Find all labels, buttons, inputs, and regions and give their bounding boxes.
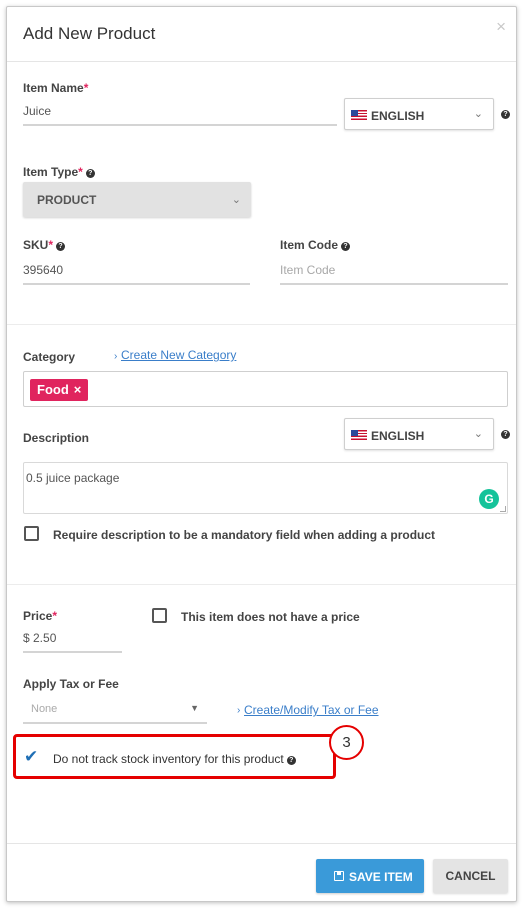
sku-input[interactable]: 395640 <box>23 263 250 285</box>
cancel-button[interactable]: CANCEL <box>433 859 508 893</box>
question-circle-icon[interactable]: ? <box>56 242 66 251</box>
question-circle-icon[interactable]: ? <box>341 242 351 251</box>
category-label: Category <box>23 350 76 364</box>
grammarly-icon[interactable]: G <box>479 489 499 509</box>
section-divider <box>7 324 516 325</box>
modal-title: Add New Product <box>23 24 156 43</box>
item-name-input[interactable]: Juice <box>23 104 337 126</box>
remove-tag-icon[interactable]: × <box>74 382 82 397</box>
description-label: Description <box>23 431 90 445</box>
chevron-down-icon: ⌄ <box>231 194 241 206</box>
description-language-select[interactable]: ENGLISH ⌄ <box>344 418 494 450</box>
tax-select[interactable]: None ▼ <box>23 700 207 724</box>
price-label: Price* <box>23 609 58 623</box>
modal-header: Add New Product × <box>7 7 516 62</box>
tax-label: Apply Tax or Fee <box>23 677 119 691</box>
save-item-button[interactable]: SAVE ITEM <box>316 859 424 893</box>
category-tag: Food × <box>30 379 89 401</box>
create-new-category-link[interactable]: Create New Category <box>121 348 236 362</box>
stock-tracking-label: Do not track stock inventory for this pr… <box>53 752 296 766</box>
item-code-label: Item Code? <box>280 238 351 252</box>
question-circle-icon[interactable]: ? <box>501 110 510 119</box>
description-textarea[interactable]: 0.5 juice package G <box>23 462 508 514</box>
item-type-select[interactable]: PRODUCT ⌄ <box>23 182 251 217</box>
no-price-checkbox[interactable] <box>152 608 167 623</box>
mandatory-description-label: Require description to be a mandatory fi… <box>53 528 436 542</box>
section-divider <box>7 584 516 585</box>
question-circle-icon[interactable]: ? <box>286 756 296 765</box>
category-input[interactable]: Food × <box>23 371 508 407</box>
no-price-label: This item does not have a price <box>181 610 360 624</box>
item-name-language-select[interactable]: ENGLISH ⌄ <box>344 98 494 130</box>
item-name-label: Item Name* <box>23 81 89 95</box>
modify-tax-link[interactable]: Create/Modify Tax or Fee <box>244 703 379 717</box>
mandatory-description-checkbox[interactable] <box>24 526 39 541</box>
item-code-input[interactable]: Item Code <box>280 263 508 285</box>
add-product-modal: Add New Product × Item Name* Juice ENGLI… <box>6 6 517 902</box>
us-flag-icon <box>351 430 367 440</box>
resize-handle[interactable] <box>500 506 506 512</box>
us-flag-icon <box>351 110 367 120</box>
chevron-down-icon: ⌄ <box>473 108 483 120</box>
sku-label: SKU*? <box>23 238 66 252</box>
modal-footer <box>7 843 516 844</box>
floppy-disk-icon <box>334 871 344 881</box>
caret-down-icon: ▼ <box>190 703 199 713</box>
price-input[interactable]: $ 2.50 <box>23 631 122 653</box>
stock-tracking-checkbox[interactable]: ✔ <box>24 747 38 767</box>
chevron-down-icon: ⌄ <box>473 428 483 440</box>
step-callout: 3 <box>329 725 364 760</box>
close-icon[interactable]: × <box>496 17 506 37</box>
question-circle-icon[interactable]: ? <box>85 169 95 178</box>
question-circle-icon[interactable]: ? <box>501 430 510 439</box>
item-type-label: Item Type*? <box>23 165 95 179</box>
